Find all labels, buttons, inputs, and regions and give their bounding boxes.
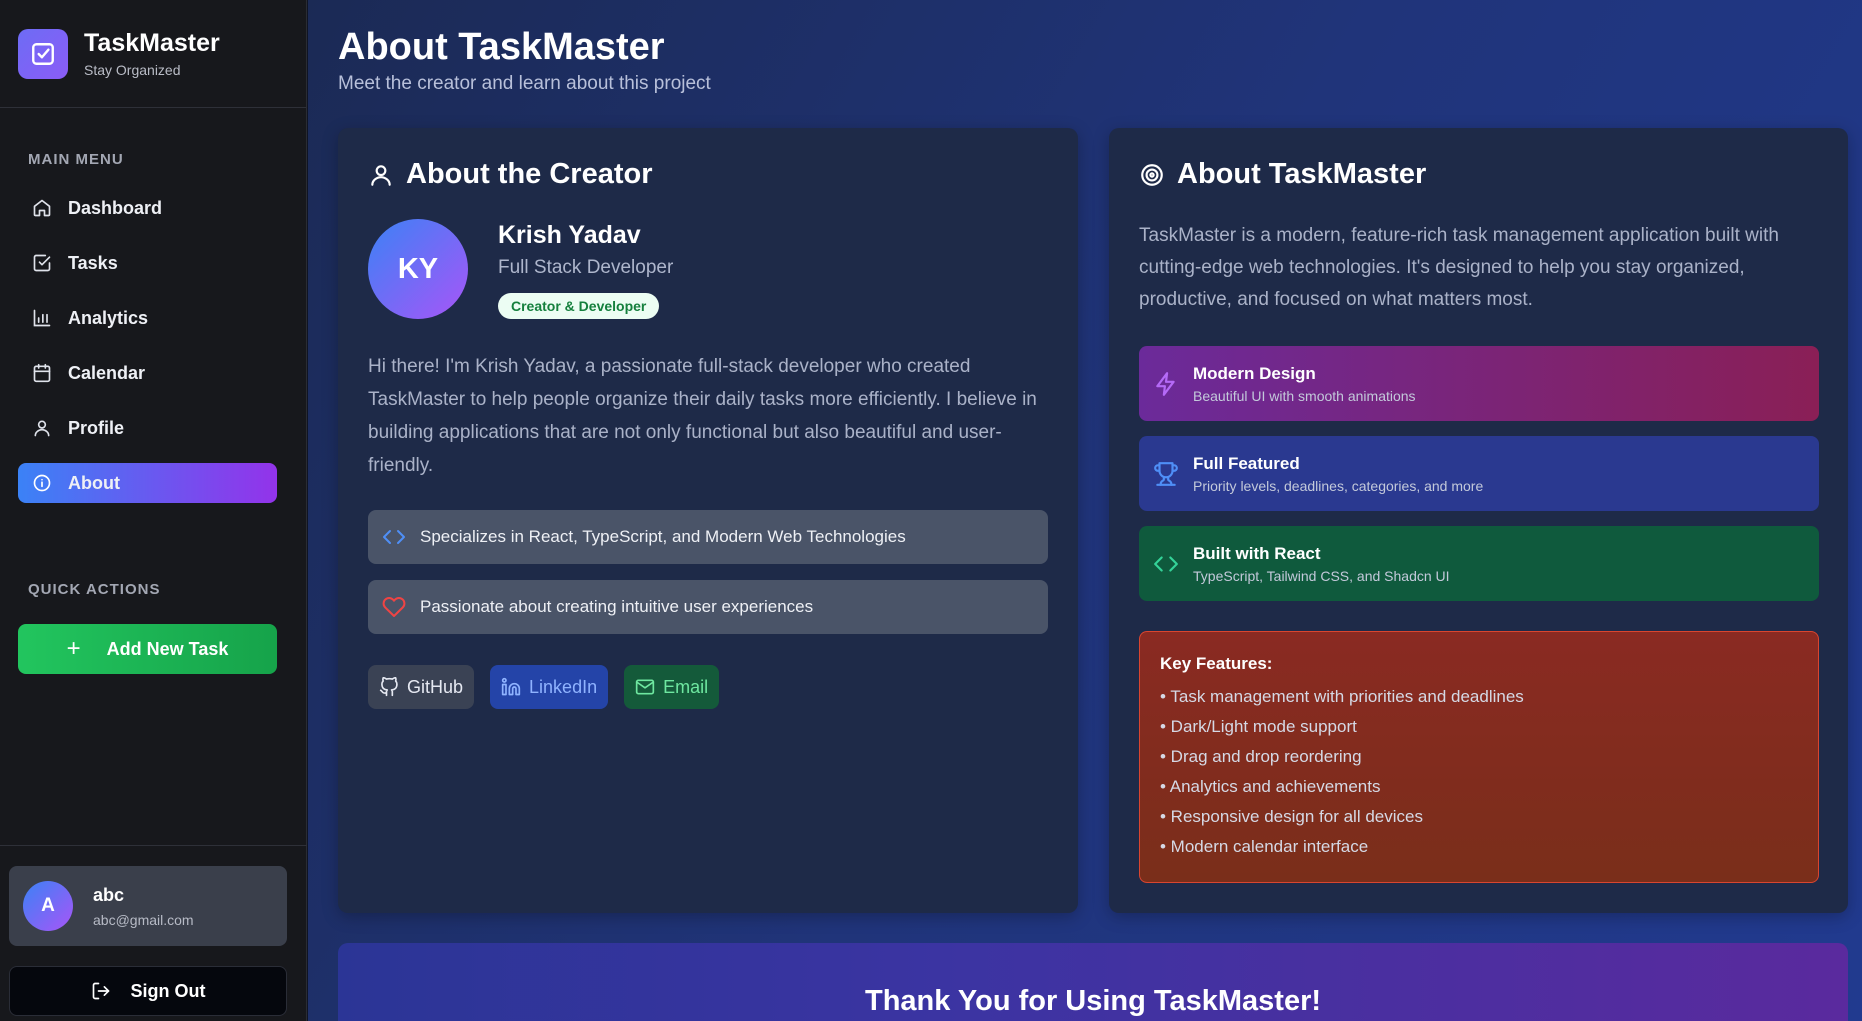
key-feature-item: • Responsive design for all devices [1160,807,1423,826]
add-task-label: Add New Task [106,638,229,659]
creator-avatar: KY [368,219,468,319]
feature-desc: Beautiful UI with smooth animations [1193,387,1416,404]
key-features-title: Key Features: [1160,654,1273,673]
brand: TaskMaster Stay Organized [0,0,306,108]
sidebar-item-label: Analytics [68,307,149,328]
user-icon [371,164,391,186]
target-icon [1141,163,1163,186]
user-name: abc [93,884,125,905]
sign-out-label: Sign Out [130,980,206,1001]
sidebar-item-label: Tasks [68,252,118,273]
key-features-box: Key Features: • Task management with pri… [1139,631,1819,883]
key-feature-item: • Drag and drop reordering [1160,747,1362,766]
linkedin-label: LinkedIn [529,676,598,697]
about-description: TaskMaster is a modern, feature-rich tas… [1139,225,1779,310]
user-email: abc@gmail.com [93,911,194,928]
linkedin-button[interactable]: LinkedIn [490,665,609,709]
info-icon [33,474,51,492]
brand-logo-icon [18,28,68,79]
feature-desc: Priority levels, deadlines, categories, … [1193,477,1484,494]
brand-title: TaskMaster [84,29,220,57]
key-feature-item: • Dark/Light mode support [1160,717,1357,736]
feature-desc: TypeScript, Tailwind CSS, and Shadcn UI [1193,567,1450,584]
creator-bio: Hi there! I'm Krish Yadav, a passionate … [368,356,1037,476]
add-new-task-button[interactable]: + Add New Task [18,624,277,674]
sidebar: TaskMaster Stay Organized MAIN MENU Dash… [0,0,307,1021]
feature-title: Modern Design [1193,363,1316,383]
check-square-icon [33,254,51,272]
code-icon [383,530,405,544]
highlight-text: Passionate about creating intuitive user… [420,597,814,616]
mail-icon [635,679,655,695]
thank-you-banner: Thank You for Using TaskMaster! [338,943,1848,1021]
heart-icon [382,597,406,617]
about-card-title-text: About TaskMaster [1177,158,1427,190]
highlight-item: Passionate about creating intuitive user… [368,580,1048,634]
quick-actions-label: QUICK ACTIONS [28,581,161,598]
sidebar-item-label: Calendar [68,362,146,383]
highlight-text: Specializes in React, TypeScript, and Mo… [420,527,906,546]
main-menu: Dashboard Tasks Analytics Calendar Profi… [18,188,277,518]
email-button[interactable]: Email [624,665,720,709]
highlight-item: Specializes in React, TypeScript, and Mo… [368,510,1048,564]
key-feature-item: • Task management with priorities and de… [1160,687,1524,706]
about-card: About TaskMaster TaskMaster is a modern,… [1109,128,1848,913]
thank-you-title: Thank You for Using TaskMaster! [864,985,1322,1017]
sidebar-item-label: About [68,472,120,493]
email-label: Email [663,676,709,697]
sidebar-item-about[interactable]: About [18,463,277,503]
creator-role: Full Stack Developer [498,257,674,278]
linkedin-icon [501,677,521,696]
creator-badge: Creator & Developer [498,293,660,319]
lightning-icon [1156,371,1175,396]
feature-built-with-react: Built with React TypeScript, Tailwind CS… [1139,526,1819,601]
user-card[interactable]: A abc abc@gmail.com [9,866,287,946]
github-icon [379,677,398,697]
sidebar-item-calendar[interactable]: Calendar [18,353,277,393]
feature-modern-design: Modern Design Beautiful UI with smooth a… [1139,346,1819,421]
creator-card: About the Creator KY Krish Yadav Full St… [338,128,1078,913]
page-subtitle: Meet the creator and learn about this pr… [338,73,711,94]
sidebar-item-label: Dashboard [68,197,163,218]
sidebar-divider [0,845,307,846]
main-content: About TaskMaster Meet the creator and le… [308,0,1862,1021]
log-out-icon [92,982,109,1000]
user-icon [34,420,50,437]
code-icon [1154,555,1178,572]
home-icon [33,199,51,217]
sidebar-item-profile[interactable]: Profile [18,408,277,448]
feature-title: Built with React [1193,543,1321,563]
feature-full-featured: Full Featured Priority levels, deadlines… [1139,436,1819,511]
plus-icon: + [66,635,81,662]
avatar: A [23,881,73,931]
social-links: GitHub LinkedIn Email [368,665,720,709]
page-title: About TaskMaster [338,26,665,68]
main-menu-label: MAIN MENU [28,151,124,168]
key-feature-item: • Analytics and achievements [1160,777,1381,796]
github-button[interactable]: GitHub [368,665,475,709]
bar-chart-icon [33,309,51,327]
trophy-icon [1154,461,1178,486]
sidebar-item-dashboard[interactable]: Dashboard [18,188,277,228]
sidebar-item-label: Profile [68,417,125,438]
github-label: GitHub [407,676,464,697]
creator-card-title-text: About the Creator [406,158,653,190]
sidebar-item-analytics[interactable]: Analytics [18,298,277,338]
brand-subtitle: Stay Organized [84,62,181,78]
sidebar-item-tasks[interactable]: Tasks [18,243,277,283]
creator-name: Krish Yadav [498,221,641,249]
creator-card-title: About the Creator [368,158,653,191]
calendar-icon [33,363,51,383]
key-feature-item: • Modern calendar interface [1160,837,1369,856]
about-card-title: About TaskMaster [1139,158,1426,191]
sign-out-button[interactable]: Sign Out [9,966,287,1016]
feature-title: Full Featured [1193,453,1300,473]
